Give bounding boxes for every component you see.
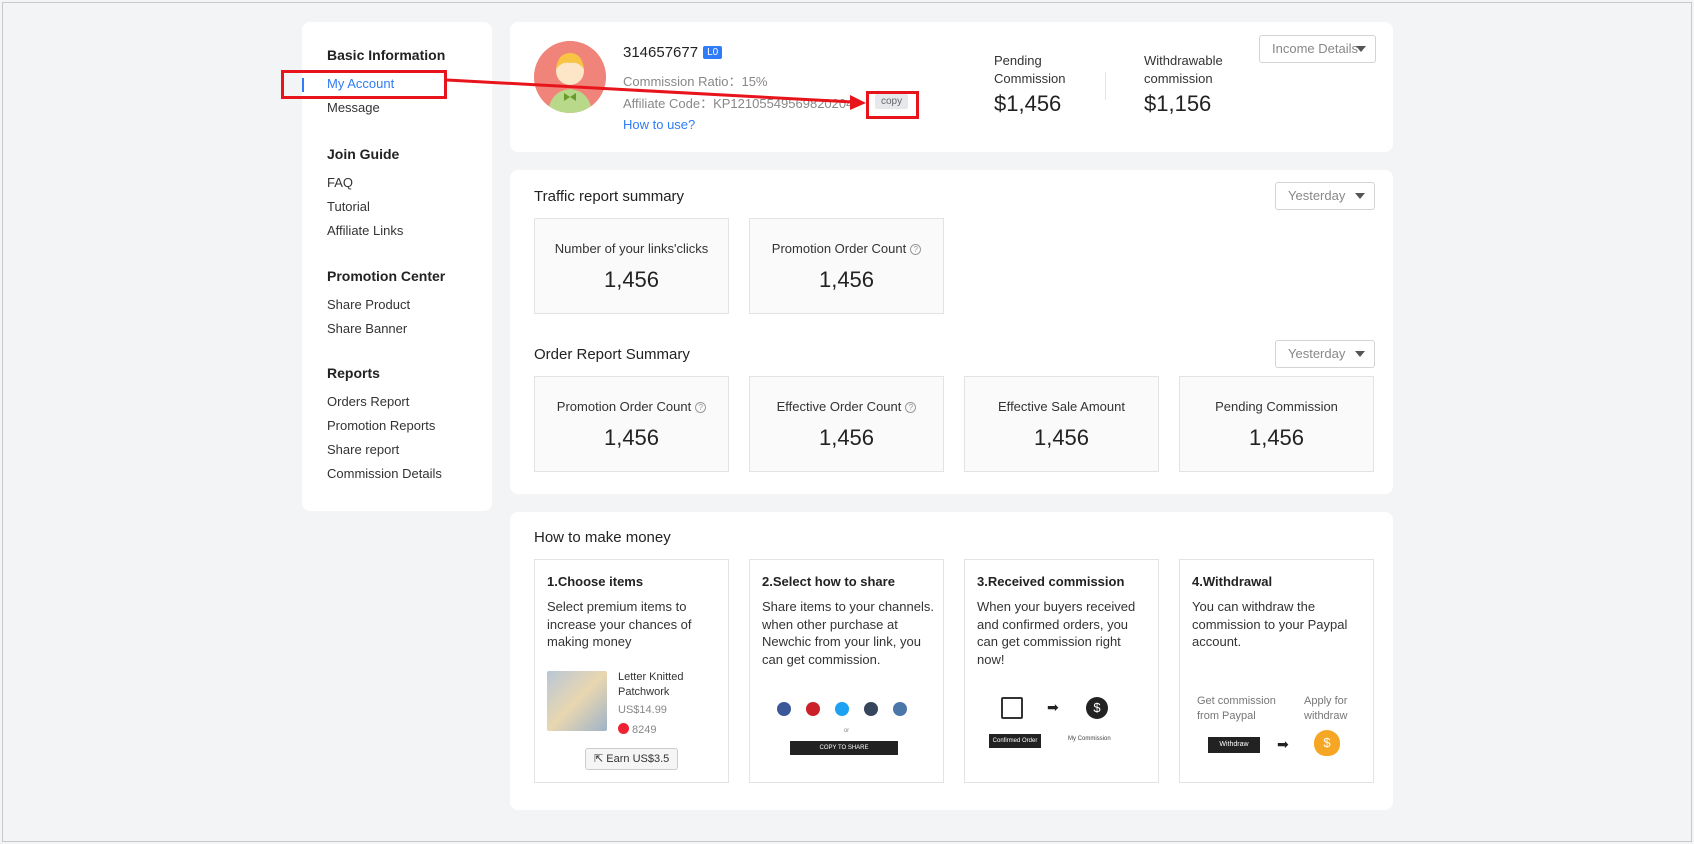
arrow-head bbox=[850, 95, 866, 110]
annotation-arrow bbox=[446, 78, 866, 110]
arrow-line bbox=[446, 78, 854, 104]
